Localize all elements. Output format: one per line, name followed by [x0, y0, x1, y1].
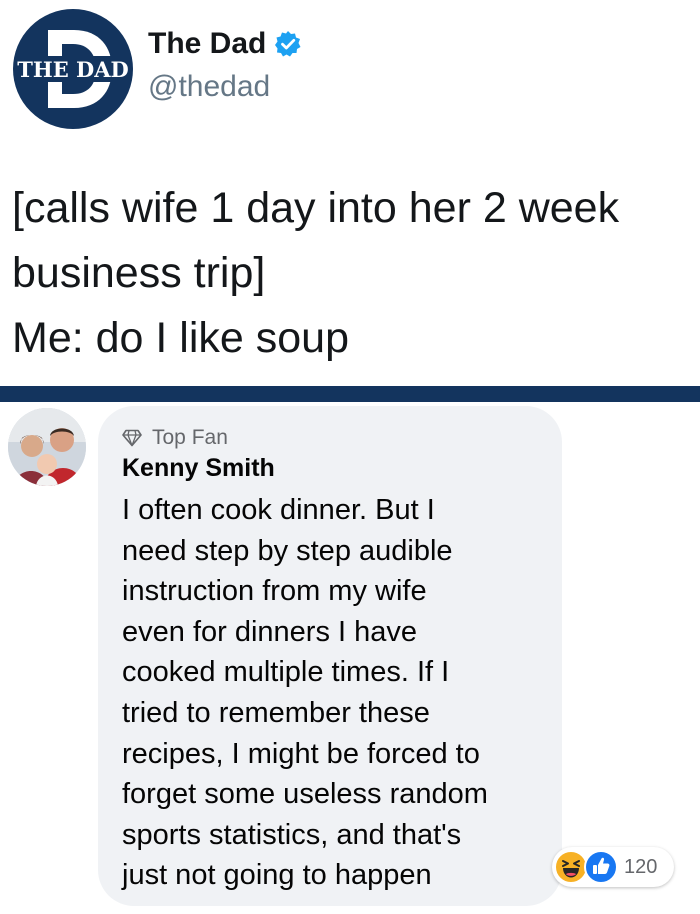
comment-body: I often cook dinner. But I need step by …	[122, 490, 552, 896]
tweet-author-row: The Dad	[148, 26, 302, 62]
top-fan-label: Top Fan	[152, 426, 228, 449]
the-dad-logo-avatar[interactable]: THE DAD	[12, 8, 134, 130]
tweet-text-line: [calls wife 1 day into her 2 week	[12, 184, 620, 232]
comment-line: need step by step audible	[122, 534, 453, 567]
comment-line: recipes, I might be forced to	[122, 737, 480, 770]
commenter-avatar[interactable]	[8, 408, 86, 486]
like-icon	[584, 850, 618, 884]
comment-bubble: Top Fan Kenny Smith I often cook dinner.…	[98, 406, 562, 906]
comment-line: just not going to happen	[122, 859, 432, 892]
commenter-name[interactable]: Kenny Smith	[122, 454, 275, 483]
diamond-icon	[122, 429, 142, 447]
tweet-author-handle[interactable]: @thedad	[148, 70, 270, 104]
facebook-comment: Top Fan Kenny Smith I often cook dinner.…	[0, 402, 700, 914]
tweet-author-name[interactable]: The Dad	[148, 27, 266, 61]
verified-check-icon	[274, 30, 302, 58]
comment-line: cooked multiple times. If I	[122, 656, 450, 689]
comment-line: even for dinners I have	[122, 615, 418, 648]
tweet-text-line: Me: do I like soup	[12, 314, 350, 362]
tweet-text: [calls wife 1 day into her 2 week busine…	[12, 176, 692, 371]
reaction-count: 120	[624, 856, 658, 878]
comment-line: sports statistics, and that's	[122, 818, 462, 851]
logo-text: THE DAD	[17, 57, 129, 82]
the-dad-logo: THE DAD	[13, 9, 133, 129]
comment-line: forget some useless random	[122, 778, 488, 811]
reaction-summary[interactable]: 120	[552, 847, 674, 887]
section-divider	[0, 386, 700, 402]
comment-line: tried to remember these	[122, 696, 430, 729]
top-fan-badge: Top Fan	[122, 426, 228, 450]
tweet-card: THE DAD The Dad @thedad [calls wife 1 da…	[0, 0, 700, 390]
comment-line: I often cook dinner. But I	[122, 494, 435, 526]
comment-line: instruction from my wife	[122, 575, 427, 608]
haha-icon	[554, 850, 588, 884]
tweet-text-line: business trip]	[12, 249, 266, 297]
